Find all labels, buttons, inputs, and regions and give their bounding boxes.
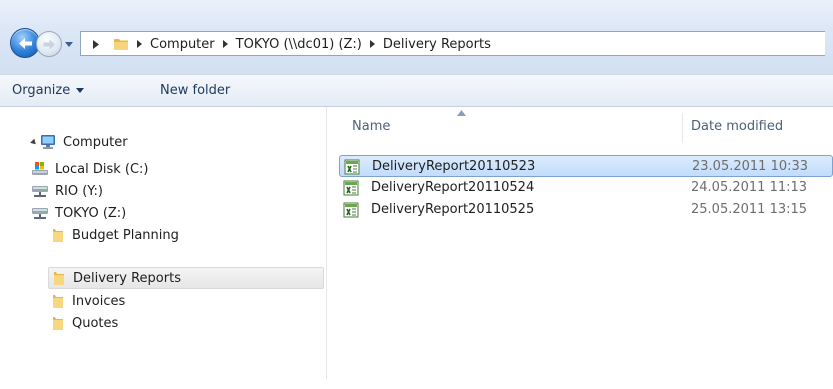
network-drive-icon [32, 208, 48, 219]
breadcrumb-separator-icon [137, 40, 142, 48]
tree-item-rio[interactable]: RIO (Y:) [31, 180, 103, 202]
tree-item-computer[interactable]: Computer [30, 131, 128, 153]
address-box[interactable]: Computer TOKYO (\\dc01) (Z:) Delivery Re… [80, 31, 825, 56]
column-header-label: Name [352, 119, 391, 134]
tree-item-label: RIO (Y:) [55, 183, 103, 199]
arrow-left-icon [19, 38, 32, 49]
tree-item-label: TOKYO (Z:) [55, 205, 127, 221]
tree-item-label: Computer [63, 134, 128, 150]
tree-item-delivery-reports[interactable]: Delivery Reports [48, 267, 324, 289]
folder-icon [114, 39, 128, 50]
folder-icon [53, 317, 63, 330]
tree-item-label: Invoices [72, 293, 126, 309]
excel-file-icon [344, 159, 360, 175]
file-name: DeliveryReport20110524 [371, 180, 535, 195]
breadcrumb-tokyo[interactable]: TOKYO (\\dc01) (Z:) [236, 37, 362, 52]
file-list-pane: Name Date modified DeliveryReport2011052… [327, 107, 833, 389]
file-date-modified: 23.05.2011 10:33 [692, 159, 809, 174]
tree-item-invoices[interactable]: Invoices [50, 290, 125, 312]
file-date-modified: 24.05.2011 11:13 [691, 180, 808, 195]
arrow-right-icon [43, 39, 55, 50]
address-bar-area: Computer TOKYO (\\dc01) (Z:) Delivery Re… [0, 0, 833, 74]
tree-item-quotes[interactable]: Quotes [50, 312, 118, 334]
folder-icon [53, 295, 63, 308]
computer-icon [41, 135, 55, 149]
navigation-pane: Computer Local Disk (C:) RIO (Y:) TOKYO … [0, 107, 326, 389]
command-toolbar: Organize New folder [0, 74, 833, 107]
file-row[interactable]: DeliveryReport20110523 23.05.2011 10:33 [339, 155, 833, 177]
tree-item-budget-planning[interactable]: Budget Planning [50, 224, 179, 246]
chevron-down-icon [76, 88, 85, 93]
expander-icon[interactable] [30, 138, 38, 146]
tree-item-local-disk[interactable]: Local Disk (C:) [31, 158, 148, 180]
file-name: DeliveryReport20110523 [372, 159, 536, 174]
column-header-label: Date modified [691, 119, 784, 134]
tree-item-label: Budget Planning [72, 227, 179, 243]
breadcrumb-separator-icon [369, 40, 375, 48]
tree-item-label: Local Disk (C:) [55, 161, 149, 177]
folder-icon [54, 272, 64, 285]
local-disk-icon [32, 162, 48, 175]
column-header-name[interactable]: Name [352, 119, 390, 134]
file-name: DeliveryReport20110525 [371, 202, 535, 217]
sort-ascending-icon [457, 110, 466, 116]
breadcrumb-separator-icon [93, 40, 99, 49]
column-header-date-modified[interactable]: Date modified [691, 119, 783, 134]
tree-item-label: Delivery Reports [73, 270, 181, 286]
excel-file-icon [343, 202, 359, 218]
file-date-modified: 25.05.2011 13:15 [691, 202, 808, 217]
tree-item-tokyo[interactable]: TOKYO (Z:) [31, 202, 126, 224]
folder-icon [53, 229, 63, 242]
breadcrumb: Computer TOKYO (\\dc01) (Z:) Delivery Re… [133, 35, 491, 53]
breadcrumb-computer[interactable]: Computer [150, 37, 215, 52]
file-row[interactable]: DeliveryReport20110525 25.05.2011 13:15 [339, 199, 833, 221]
recent-pages-dropdown[interactable] [64, 39, 74, 49]
network-drive-icon [32, 186, 48, 197]
breadcrumb-separator-icon [222, 40, 228, 48]
forward-button[interactable] [36, 31, 62, 57]
excel-file-icon [343, 180, 359, 196]
column-divider[interactable] [682, 113, 683, 143]
organize-button[interactable]: Organize [12, 83, 85, 98]
new-folder-button[interactable]: New folder [160, 83, 230, 98]
organize-label: Organize [12, 83, 71, 98]
breadcrumb-delivery-reports[interactable]: Delivery Reports [383, 37, 491, 52]
tree-item-label: Quotes [72, 315, 119, 331]
file-row[interactable]: DeliveryReport20110524 24.05.2011 11:13 [339, 177, 833, 199]
